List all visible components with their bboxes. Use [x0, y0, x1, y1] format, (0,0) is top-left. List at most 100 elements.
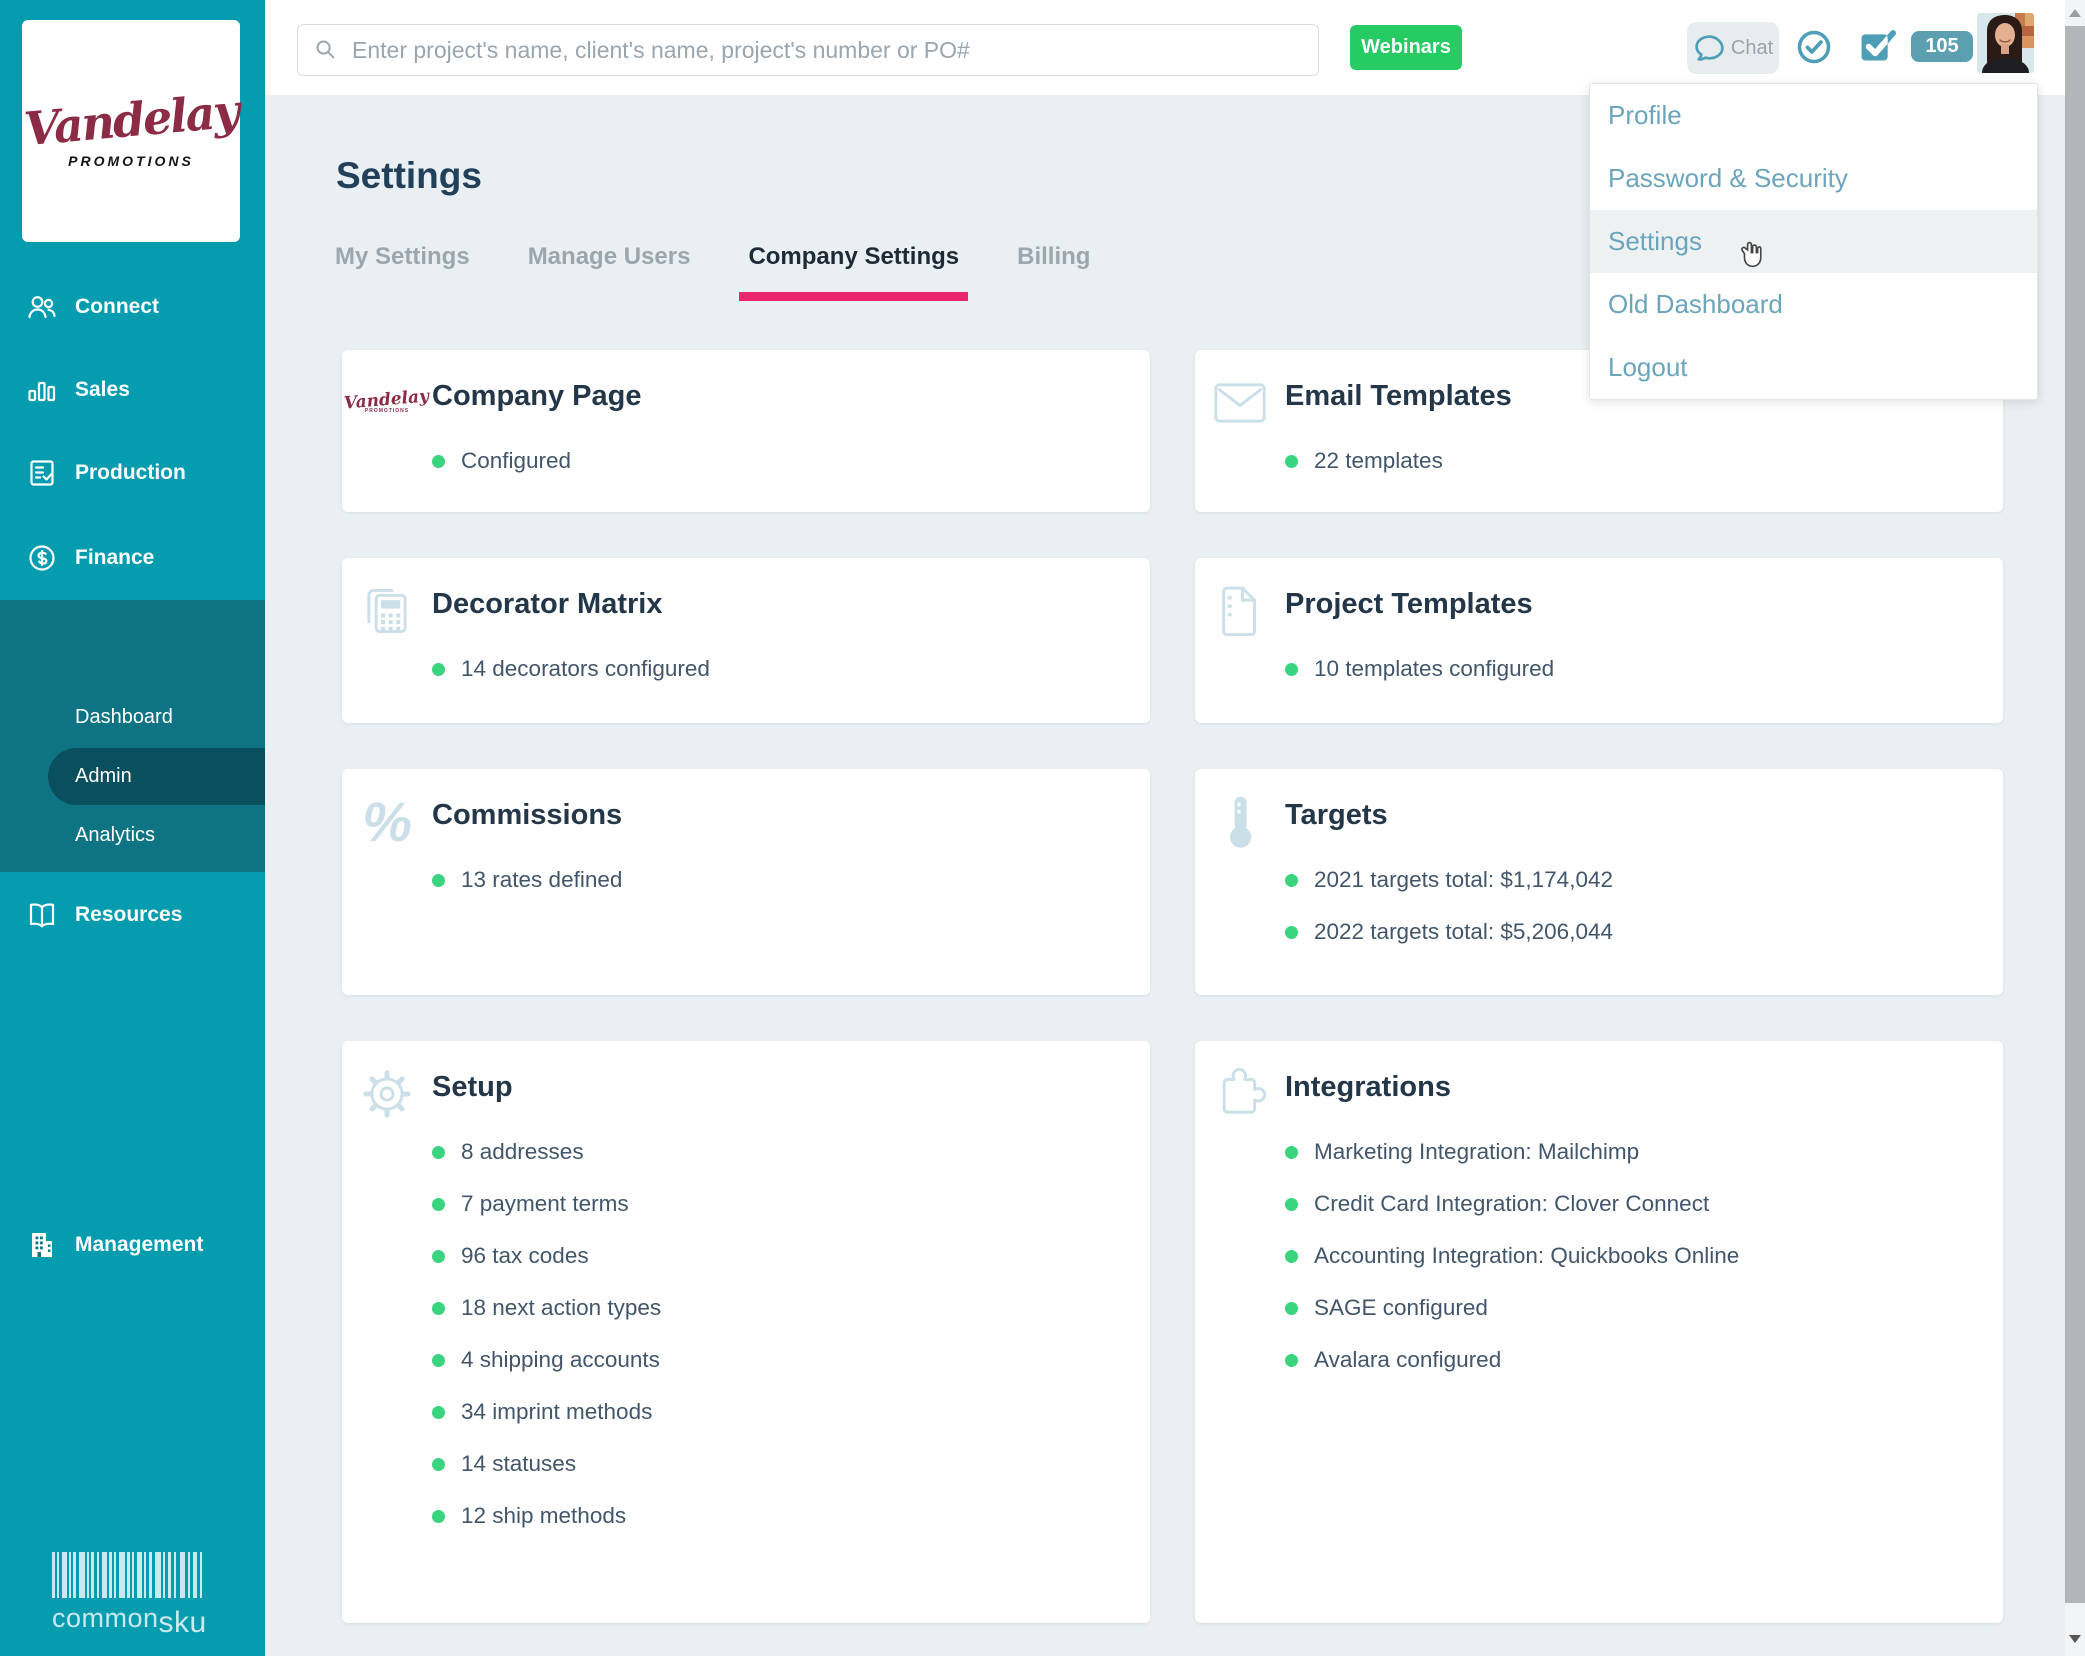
scrollbar-thumb[interactable] [2065, 26, 2085, 1603]
sidebar-item-label: Management [75, 1233, 203, 1257]
sidebar-item-label: Sales [75, 378, 130, 402]
menu-item-profile[interactable]: Profile [1590, 84, 2037, 147]
status-item: 8 addresses [432, 1139, 1126, 1165]
status-dot-icon [432, 1510, 445, 1523]
scroll-up-arrow[interactable] [2065, 2, 2085, 24]
bar-chart-icon [26, 374, 58, 406]
tab-company-settings[interactable]: Company Settings [748, 243, 959, 301]
status-item: 4 shipping accounts [432, 1347, 1126, 1373]
card-title: Targets [1285, 797, 1979, 833]
user-avatar[interactable] [1977, 13, 2034, 73]
card-integrations[interactable]: IntegrationsMarketing Integration: Mailc… [1195, 1041, 2003, 1623]
sidebar-item-label: Resources [75, 903, 182, 927]
status-dot-icon [432, 1458, 445, 1471]
tasks-checkbox-icon[interactable] [1858, 26, 1896, 64]
settings-cards: VandelayPROMOTIONSCompany PageConfigured… [342, 350, 2003, 1623]
status-text: 8 addresses [461, 1139, 584, 1165]
status-dot-icon [1285, 1250, 1298, 1263]
percent-icon: % [362, 794, 412, 850]
card-company-page[interactable]: VandelayPROMOTIONSCompany PageConfigured [342, 350, 1150, 512]
status-dot-icon [1285, 926, 1298, 939]
status-text: 12 ship methods [461, 1503, 626, 1529]
scroll-down-arrow[interactable] [2065, 1628, 2085, 1650]
puzzle-icon [1211, 1065, 1269, 1123]
sidebar-item-label: Connect [75, 295, 159, 319]
sidebar-subitem-admin[interactable]: Admin [48, 748, 265, 805]
status-dot-icon [1285, 1302, 1298, 1315]
status-item: 14 decorators configured [432, 656, 1126, 682]
vandelay-logo-icon: VandelayPROMOTIONS [358, 374, 416, 432]
bar-chart-icon [26, 374, 58, 406]
status-text: 10 templates configured [1314, 656, 1554, 682]
gear-icon [358, 1065, 416, 1123]
status-item: Credit Card Integration: Clover Connect [1285, 1191, 1979, 1217]
search-input[interactable] [297, 24, 1319, 76]
status-dot-icon [432, 1302, 445, 1315]
card-setup[interactable]: Setup8 addresses7 payment terms96 tax co… [342, 1041, 1150, 1623]
status-dot-icon [432, 874, 445, 887]
dollar-circle-icon [26, 542, 58, 574]
company-logo-subtext: PROMOTIONS [68, 153, 194, 169]
clipboard-icon [26, 457, 58, 489]
chat-label: Chat [1731, 37, 1773, 60]
card-title: Integrations [1285, 1069, 1979, 1105]
sidebar-item-management[interactable]: Management [0, 1225, 265, 1265]
status-text: Configured [461, 448, 571, 474]
card-title: Decorator Matrix [432, 586, 1126, 622]
status-dot-icon [1285, 1354, 1298, 1367]
status-dot-icon [1285, 1146, 1298, 1159]
global-search [297, 24, 1319, 76]
notification-count-badge[interactable]: 105 [1911, 31, 1973, 62]
status-text: 14 decorators configured [461, 656, 710, 682]
status-text: SAGE configured [1314, 1295, 1488, 1321]
menu-item-logout[interactable]: Logout [1590, 336, 2037, 399]
menu-item-settings[interactable]: Settings [1590, 210, 2037, 273]
building-icon [26, 1229, 58, 1261]
status-dot-icon [432, 663, 445, 676]
company-logo-text: Vandelay [22, 84, 240, 156]
status-text: 7 payment terms [461, 1191, 629, 1217]
card-title: Project Templates [1285, 586, 1979, 622]
chat-bubble-icon [1693, 32, 1726, 65]
menu-item-old-dashboard[interactable]: Old Dashboard [1590, 273, 2037, 336]
sidebar-item-resources[interactable]: Resources [0, 895, 265, 935]
vandelay-logo-icon: VandelayPROMOTIONS [344, 392, 429, 414]
tab-my-settings[interactable]: My Settings [335, 243, 470, 301]
company-logo[interactable]: Vandelay PROMOTIONS [22, 20, 240, 242]
status-text: 4 shipping accounts [461, 1347, 660, 1373]
status-item: Accounting Integration: Quickbooks Onlin… [1285, 1243, 1979, 1269]
status-dot-icon [432, 1198, 445, 1211]
tab-manage-users[interactable]: Manage Users [528, 243, 691, 301]
webinars-button[interactable]: Webinars [1350, 25, 1462, 70]
book-icon [26, 899, 58, 931]
thermometer-icon [1211, 793, 1269, 851]
card-targets[interactable]: Targets2021 targets total: $1,174,042202… [1195, 769, 2003, 995]
vertical-scrollbar[interactable] [2065, 0, 2085, 1656]
status-item: 34 imprint methods [432, 1399, 1126, 1425]
status-text: 22 templates [1314, 448, 1443, 474]
tab-billing[interactable]: Billing [1017, 243, 1090, 301]
chat-button[interactable]: Chat [1687, 22, 1779, 74]
card-decorator-matrix[interactable]: Decorator Matrix 14 decorators configured [342, 558, 1150, 723]
status-item: 22 templates [1285, 448, 1979, 474]
puzzle-icon [1211, 1065, 1269, 1123]
calculator-icon [358, 582, 416, 640]
sidebar-item-connect[interactable]: Connect [0, 287, 265, 327]
menu-item-password-security[interactable]: Password & Security [1590, 147, 2037, 210]
status-item: 14 statuses [432, 1451, 1126, 1477]
card-project-templates[interactable]: Project Templates 10 templates configured [1195, 558, 2003, 723]
card-commissions[interactable]: %Commissions13 rates defined [342, 769, 1150, 995]
status-item: 96 tax codes [432, 1243, 1126, 1269]
envelope-icon [1211, 374, 1269, 432]
check-circle-icon[interactable] [1795, 28, 1833, 66]
avatar-photo [1977, 13, 2034, 73]
sidebar-subitem-dashboard[interactable]: Dashboard [0, 699, 265, 735]
sidebar-item-finance[interactable]: Finance [0, 538, 265, 578]
sidebar-item-sales[interactable]: Sales [0, 370, 265, 410]
sidebar-item-production[interactable]: Production [0, 453, 265, 493]
sidebar-subitem-analytics[interactable]: Analytics [0, 817, 265, 853]
status-item: SAGE configured [1285, 1295, 1979, 1321]
status-text: 96 tax codes [461, 1243, 589, 1269]
status-dot-icon [432, 1146, 445, 1159]
card-title: Company Page [432, 378, 1126, 414]
